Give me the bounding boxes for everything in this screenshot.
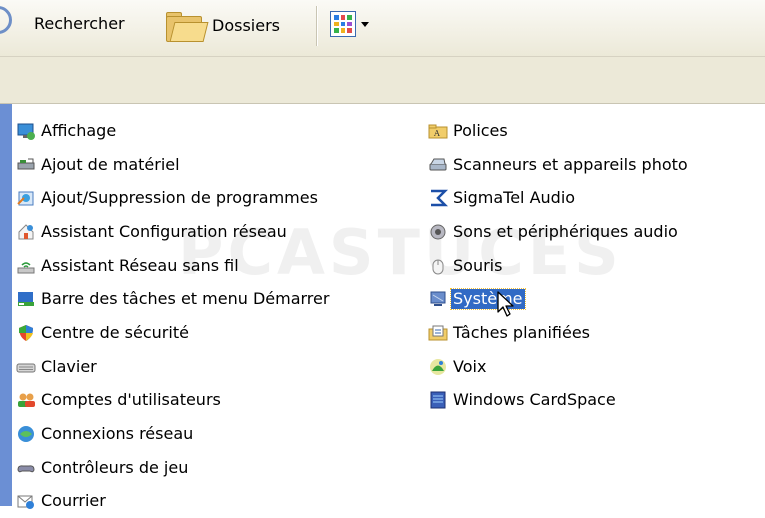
- add-hardware-icon: [16, 155, 36, 175]
- control-panel-item-label: Windows CardSpace: [453, 390, 616, 410]
- scheduled-tasks-icon: [428, 323, 448, 343]
- control-panel-item-label: Courrier: [41, 491, 106, 511]
- control-panel-item-add-remove-programs[interactable]: Ajout/Suppression de programmes: [16, 181, 331, 215]
- address-bar: [0, 57, 765, 104]
- svg-text:A: A: [433, 129, 440, 138]
- folders-icon: [164, 8, 209, 42]
- left-column: Affichage Ajout de matériel Ajout/Suppress…: [16, 114, 331, 518]
- folders-button-label: Dossiers: [212, 15, 280, 35]
- control-panel-item-label: Affichage: [41, 120, 117, 140]
- taskbar-icon: [16, 289, 36, 309]
- sound-speaker-icon: [428, 222, 448, 242]
- control-panel-item-system[interactable]: Système: [428, 282, 690, 316]
- control-panel-item-scheduled-tasks[interactable]: Tâches planifiées: [428, 316, 690, 350]
- control-panel-item-label: Assistant Réseau sans fil: [41, 255, 239, 275]
- add-remove-programs-icon: [16, 188, 36, 208]
- control-panel-item-mail[interactable]: Courrier: [16, 485, 331, 518]
- toolbar-separator: [316, 6, 317, 46]
- scanner-camera-icon: [428, 155, 448, 175]
- toolbar: Rechercher Dossiers: [0, 0, 765, 57]
- control-panel-item-mouse[interactable]: Souris: [428, 249, 690, 283]
- control-panel-item-label: Clavier: [41, 356, 97, 376]
- mouse-cursor-icon: [497, 291, 514, 317]
- mail-icon: [16, 491, 36, 511]
- views-icon: [330, 11, 356, 37]
- control-panel-item-network-setup[interactable]: Assistant Configuration réseau: [16, 215, 331, 249]
- speech-icon: [428, 357, 448, 377]
- control-panel-item-scanner-camera[interactable]: Scanneurs et appareils photo: [428, 148, 690, 182]
- control-panel-item-keyboard[interactable]: Clavier: [16, 350, 331, 384]
- control-panel-item-network-connections[interactable]: Connexions réseau: [16, 417, 331, 451]
- folders-button[interactable]: Dossiers: [164, 8, 280, 42]
- task-pane-edge: [0, 104, 12, 506]
- control-panel-item-user-accounts[interactable]: Comptes d'utilisateurs: [16, 384, 331, 418]
- control-panel-item-sigmatel-audio[interactable]: SigmaTel Audio: [428, 181, 690, 215]
- control-panel-item-label: SigmaTel Audio: [453, 188, 576, 208]
- control-panel-item-label: Ajout de matériel: [41, 154, 180, 174]
- control-panel-item-label: Scanneurs et appareils photo: [453, 154, 688, 174]
- control-panel-item-label: Tâches planifiées: [453, 322, 591, 342]
- system-icon: [428, 289, 448, 309]
- network-connections-icon: [16, 424, 36, 444]
- control-panel-item-sound-speaker[interactable]: Sons et périphériques audio: [428, 215, 690, 249]
- control-panel-item-label: Souris: [453, 255, 503, 275]
- control-panel-item-label: Centre de sécurité: [41, 322, 189, 342]
- control-panel-item-label: Barre des tâches et menu Démarrer: [41, 289, 330, 309]
- search-button-label: Rechercher: [34, 14, 125, 33]
- control-panel-item-cardspace[interactable]: Windows CardSpace: [428, 384, 690, 418]
- security-center-icon: [16, 323, 36, 343]
- control-panel-item-game-controller[interactable]: Contrôleurs de jeu: [16, 451, 331, 485]
- control-panel-item-taskbar[interactable]: Barre des tâches et menu Démarrer: [16, 282, 331, 316]
- fonts-folder-icon: A: [428, 121, 448, 141]
- control-panel-content: PCASTUCES Affichage Ajout de matériel Ajou…: [0, 104, 765, 510]
- control-panel-item-label: Connexions réseau: [41, 424, 194, 444]
- chevron-down-icon[interactable]: [361, 21, 369, 27]
- control-panel-item-add-hardware[interactable]: Ajout de matériel: [16, 148, 331, 182]
- control-panel-item-security-center[interactable]: Centre de sécurité: [16, 316, 331, 350]
- mouse-icon: [428, 256, 448, 276]
- keyboard-icon: [16, 357, 36, 377]
- control-panel-item-fonts-folder[interactable]: A Polices: [428, 114, 690, 148]
- wireless-network-icon: [16, 256, 36, 276]
- control-panel-item-label: Voix: [453, 356, 487, 376]
- user-accounts-icon: [16, 390, 36, 410]
- sigmatel-audio-icon: [428, 188, 448, 208]
- control-panel-item-display[interactable]: Affichage: [16, 114, 331, 148]
- control-panel-item-label: Contrôleurs de jeu: [41, 457, 189, 477]
- control-panel-item-speech[interactable]: Voix: [428, 350, 690, 384]
- control-panel-item-wireless-network[interactable]: Assistant Réseau sans fil: [16, 249, 331, 283]
- right-column: A Polices Scanneurs et appareils photo Sigm…: [428, 114, 690, 417]
- search-icon[interactable]: [0, 6, 12, 34]
- game-controller-icon: [16, 458, 36, 478]
- control-panel-item-label: Comptes d'utilisateurs: [41, 390, 221, 410]
- control-panel-item-label: Sons et périphériques audio: [453, 221, 678, 241]
- cardspace-icon: [428, 390, 448, 410]
- views-button[interactable]: [330, 11, 369, 37]
- search-button[interactable]: Rechercher: [34, 14, 125, 33]
- control-panel-item-label: Assistant Configuration réseau: [41, 221, 287, 241]
- control-panel-item-label: Polices: [453, 120, 508, 140]
- control-panel-item-label: Ajout/Suppression de programmes: [41, 188, 318, 208]
- display-icon: [16, 121, 36, 141]
- network-setup-icon: [16, 222, 36, 242]
